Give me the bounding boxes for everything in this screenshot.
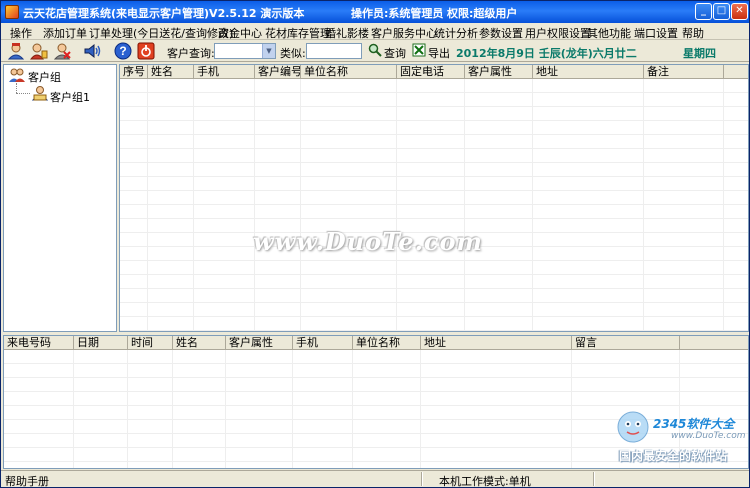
excel-export-icon[interactable] (412, 43, 426, 57)
maximize-button[interactable]: □ (713, 3, 730, 20)
toolbar: ? 客户查询: ▼ 类似: 查询 导出 2012年8月9日 壬辰(龙年)六月廿二… (1, 40, 749, 62)
tree-item-group1[interactable]: 客户组1 (50, 89, 90, 105)
status-divider (421, 472, 423, 486)
exit-icon[interactable] (137, 42, 155, 60)
user-group-icon (31, 86, 49, 101)
close-button[interactable]: ✕ (731, 3, 748, 20)
column-header[interactable]: 单位名称 (353, 336, 421, 350)
column-header[interactable]: 备注 (644, 65, 724, 79)
menu-order-process[interactable]: 订单处理(今日送花/查询修改) (89, 25, 233, 41)
tree-root-label[interactable]: 客户组 (28, 69, 61, 85)
menu-customer-service[interactable]: 客户服务中心 (371, 25, 437, 41)
search-icon[interactable] (368, 43, 382, 57)
column-header[interactable]: 日期 (74, 336, 128, 350)
chevron-down-icon[interactable]: ▼ (262, 44, 275, 58)
customer-query-label: 客户查询: (167, 47, 215, 60)
customer-query-select[interactable]: ▼ (214, 43, 276, 59)
app-icon (5, 5, 19, 19)
tree-connector (16, 93, 30, 94)
tree-connector (16, 83, 17, 93)
query-button[interactable]: 查询 (384, 45, 406, 61)
delete-customer-icon[interactable] (53, 42, 71, 60)
grid-body (120, 79, 748, 331)
column-header[interactable]: 客户属性 (465, 65, 533, 79)
column-header[interactable]: 客户编号 (255, 65, 301, 79)
column-header[interactable]: 时间 (128, 336, 173, 350)
customer-icon[interactable] (7, 42, 25, 60)
column-header[interactable]: 手机 (194, 65, 255, 79)
date-display: 2012年8月9日 壬辰(龙年)六月廿二 (456, 47, 637, 60)
group-icon (9, 68, 25, 82)
column-header[interactable]: 序号 (120, 65, 148, 79)
export-button[interactable]: 导出 (428, 45, 450, 61)
weekday-display: 星期四 (683, 47, 716, 60)
window-title: 云天花店管理系统(来电显示客户管理)V2.5.12 演示版本 (23, 7, 305, 20)
mascot-icon (617, 411, 649, 443)
column-header[interactable]: 地址 (421, 336, 572, 350)
title-bar[interactable]: 云天花店管理系统(来电显示客户管理)V2.5.12 演示版本 操作员:系统管理员… (1, 1, 749, 23)
menu-user-permissions[interactable]: 用户权限设置 (525, 25, 591, 41)
column-header[interactable]: 姓名 (148, 65, 194, 79)
status-bar: 帮助手册 本机工作模式:单机 (1, 470, 749, 488)
speaker-icon[interactable] (83, 42, 101, 60)
minimize-button[interactable]: _ (695, 3, 712, 20)
site-watermark-slogan: 国内最安全的软件站 (619, 449, 728, 463)
menu-operate[interactable]: 操作 (10, 25, 32, 41)
column-header[interactable]: 地址 (533, 65, 644, 79)
menu-help[interactable]: 帮助 (682, 25, 704, 41)
add-customer-icon[interactable] (30, 42, 48, 60)
similar-input[interactable] (306, 43, 362, 59)
customer-group-tree[interactable]: 客户组 客户组1 (3, 64, 117, 332)
menu-other[interactable]: 其他功能 (587, 25, 631, 41)
column-header[interactable]: 姓名 (173, 336, 226, 350)
site-watermark: 2345软件大全 www.DuoTe.com 国内最安全的软件站 (611, 407, 749, 469)
menu-inventory[interactable]: 花材库存管理 (265, 25, 331, 41)
duote-watermark: www.DuoTe.com (253, 227, 483, 256)
menu-bar: 操作 添加订单 订单处理(今日送花/查询修改) 资金中心 花材库存管理 婚礼影楼… (1, 23, 749, 40)
site-watermark-brand: 2345软件大全 (653, 417, 735, 431)
help-icon[interactable]: ? (114, 42, 132, 60)
svg-text:?: ? (119, 44, 126, 58)
site-watermark-url: www.DuoTe.com (671, 431, 746, 441)
column-header[interactable]: 客户属性 (226, 336, 293, 350)
status-divider (593, 472, 595, 486)
menu-finance[interactable]: 资金中心 (218, 25, 262, 41)
column-header[interactable]: 来电号码 (4, 336, 74, 350)
menu-settings[interactable]: 参数设置 (479, 25, 523, 41)
similar-label: 类似: (280, 47, 306, 60)
column-header[interactable]: 单位名称 (301, 65, 397, 79)
help-manual-link[interactable]: 帮助手册 (5, 473, 49, 488)
customer-grid[interactable]: 序号 姓名 手机 客户编号 单位名称 固定电话 客户属性 地址 备注 (119, 64, 749, 332)
call-log-grid-header: 来电号码 日期 时间 姓名 客户属性 手机 单位名称 地址 留言 (4, 336, 748, 350)
column-header[interactable]: 手机 (293, 336, 353, 350)
permission-label: 权限:超级用户 (447, 7, 518, 20)
menu-add-order[interactable]: 添加订单 (43, 25, 87, 41)
customer-grid-header: 序号 姓名 手机 客户编号 单位名称 固定电话 客户属性 地址 备注 (120, 65, 748, 79)
menu-port-settings[interactable]: 端口设置 (634, 25, 678, 41)
column-header[interactable]: 留言 (572, 336, 680, 350)
work-mode-status: 本机工作模式:单机 (439, 475, 531, 488)
menu-wedding[interactable]: 婚礼影楼 (325, 25, 369, 41)
column-header[interactable]: 固定电话 (397, 65, 465, 79)
menu-statistics[interactable]: 统计分析 (434, 25, 478, 41)
operator-label: 操作员:系统管理员 (351, 7, 444, 20)
main-window: 云天花店管理系统(来电显示客户管理)V2.5.12 演示版本 操作员:系统管理员… (0, 0, 750, 488)
